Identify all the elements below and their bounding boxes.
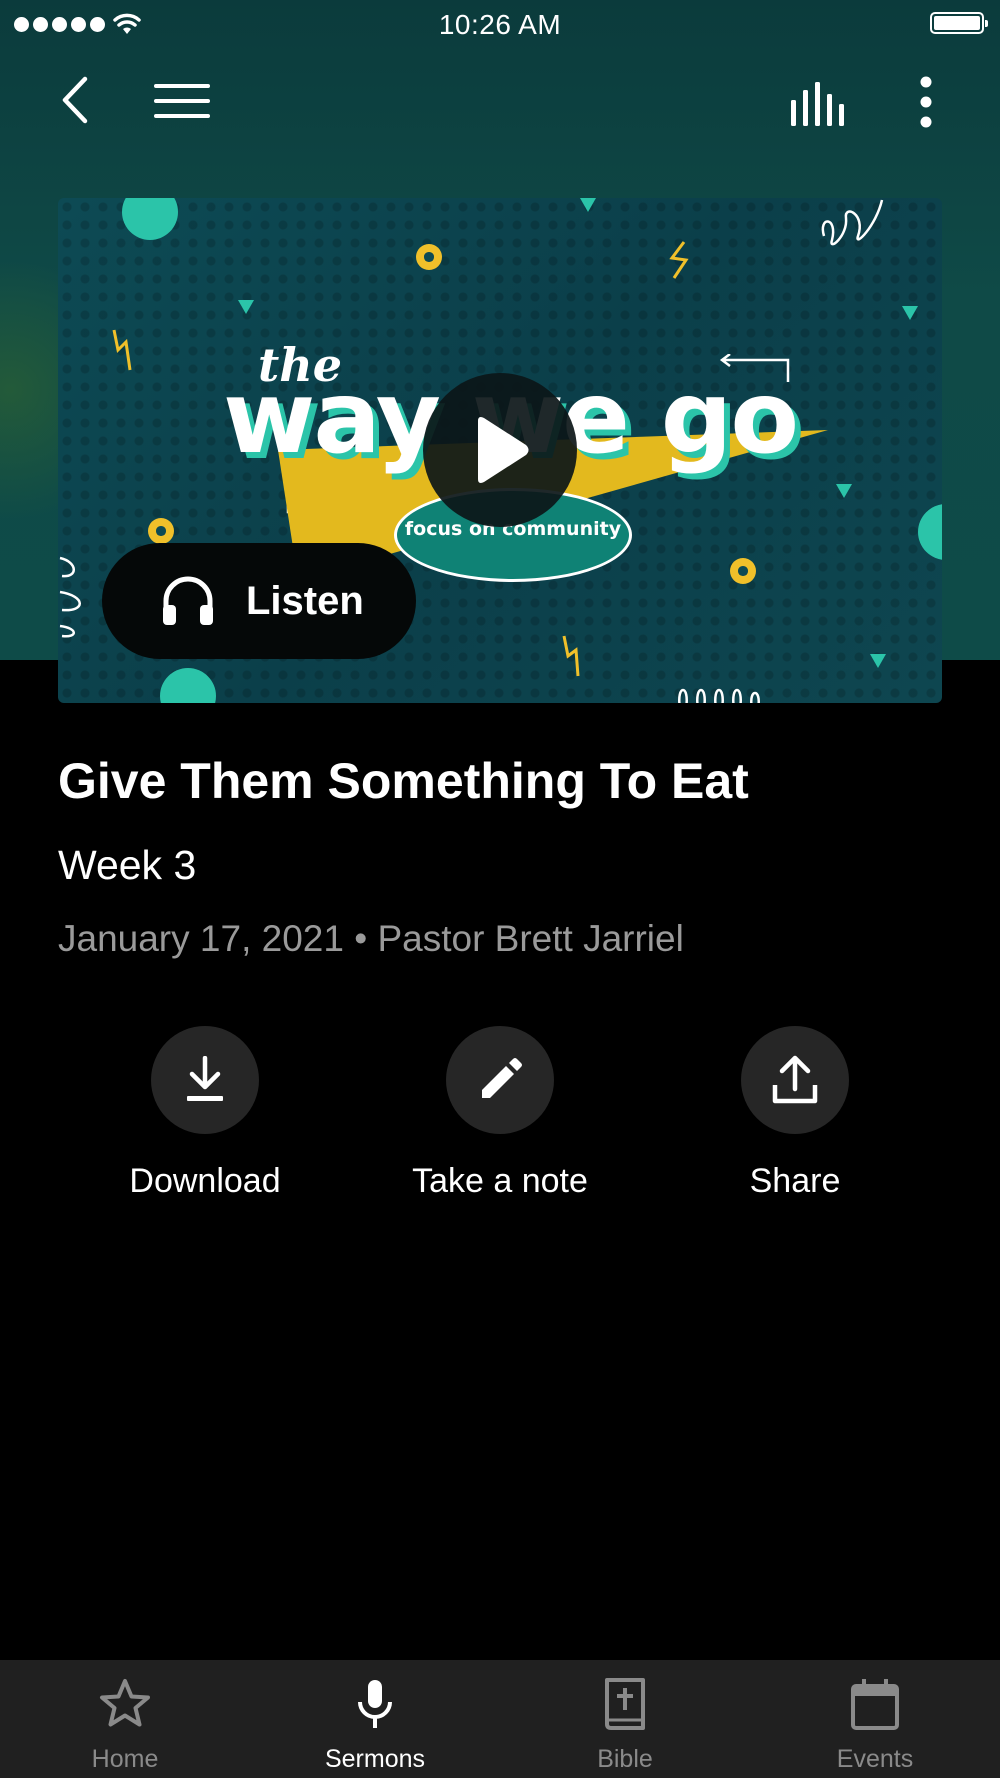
decor-loops [821,199,884,246]
sermon-subtitle: Week 3 [58,842,197,888]
tab-events-label: Events [836,1745,914,1773]
tab-sermons[interactable]: Sermons [250,1660,500,1778]
tab-bible[interactable]: Bible [500,1660,750,1778]
share-button[interactable]: Share [645,1026,945,1201]
decor-loops [678,688,760,703]
decor-squiggle [669,241,689,279]
listen-button[interactable]: Listen [102,543,416,659]
more-options-button[interactable] [906,74,946,130]
back-button[interactable] [50,70,100,130]
tab-bar: Home Sermons Bible Events [0,1660,1000,1778]
decor-squiggle [562,635,580,677]
download-label: Download [129,1162,281,1200]
tab-bible-label: Bible [597,1745,653,1773]
hamburger-menu-icon [154,84,210,118]
tab-home-label: Home [91,1745,159,1773]
decor-triangle [870,654,886,668]
headphones-icon [163,576,213,625]
decor-triangle [238,300,254,314]
tab-events[interactable]: Events [750,1660,1000,1778]
star-icon [100,1679,150,1727]
share-icon [772,1055,818,1104]
pencil-icon [482,1058,522,1098]
bible-icon [605,1678,645,1730]
take-note-button[interactable]: Take a note [350,1026,650,1201]
chevron-left-icon [62,76,88,124]
audio-levels-icon [791,82,844,126]
sermon-title: Give Them Something To Eat [58,753,749,809]
decor-triangle [902,306,918,320]
status-bar: 10:26 AM [0,0,1000,50]
decor-ring [416,244,442,270]
more-vertical-icon [920,76,932,128]
play-icon [478,417,529,483]
battery-icon [930,12,988,34]
decor-ring [148,518,174,544]
menu-button[interactable] [150,75,214,127]
take-note-label: Take a note [412,1162,588,1200]
status-time: 10:26 AM [438,9,562,40]
decor-loops [59,556,81,638]
decor-squiggle [112,329,132,371]
calendar-icon [851,1679,899,1730]
decor-triangle [580,198,596,212]
audio-levels-button[interactable] [786,76,850,132]
play-button[interactable] [423,373,577,527]
decor-triangle [836,484,852,498]
share-label: Share [749,1162,841,1200]
listen-label: Listen [246,578,364,623]
microphone-icon [358,1680,392,1728]
tab-sermons-label: Sermons [324,1745,426,1773]
download-button[interactable]: Download [55,1026,355,1201]
download-icon [187,1056,223,1101]
sermon-meta: January 17, 2021 • Pastor Brett Jarriel [58,918,684,959]
tab-home[interactable]: Home [0,1660,250,1778]
